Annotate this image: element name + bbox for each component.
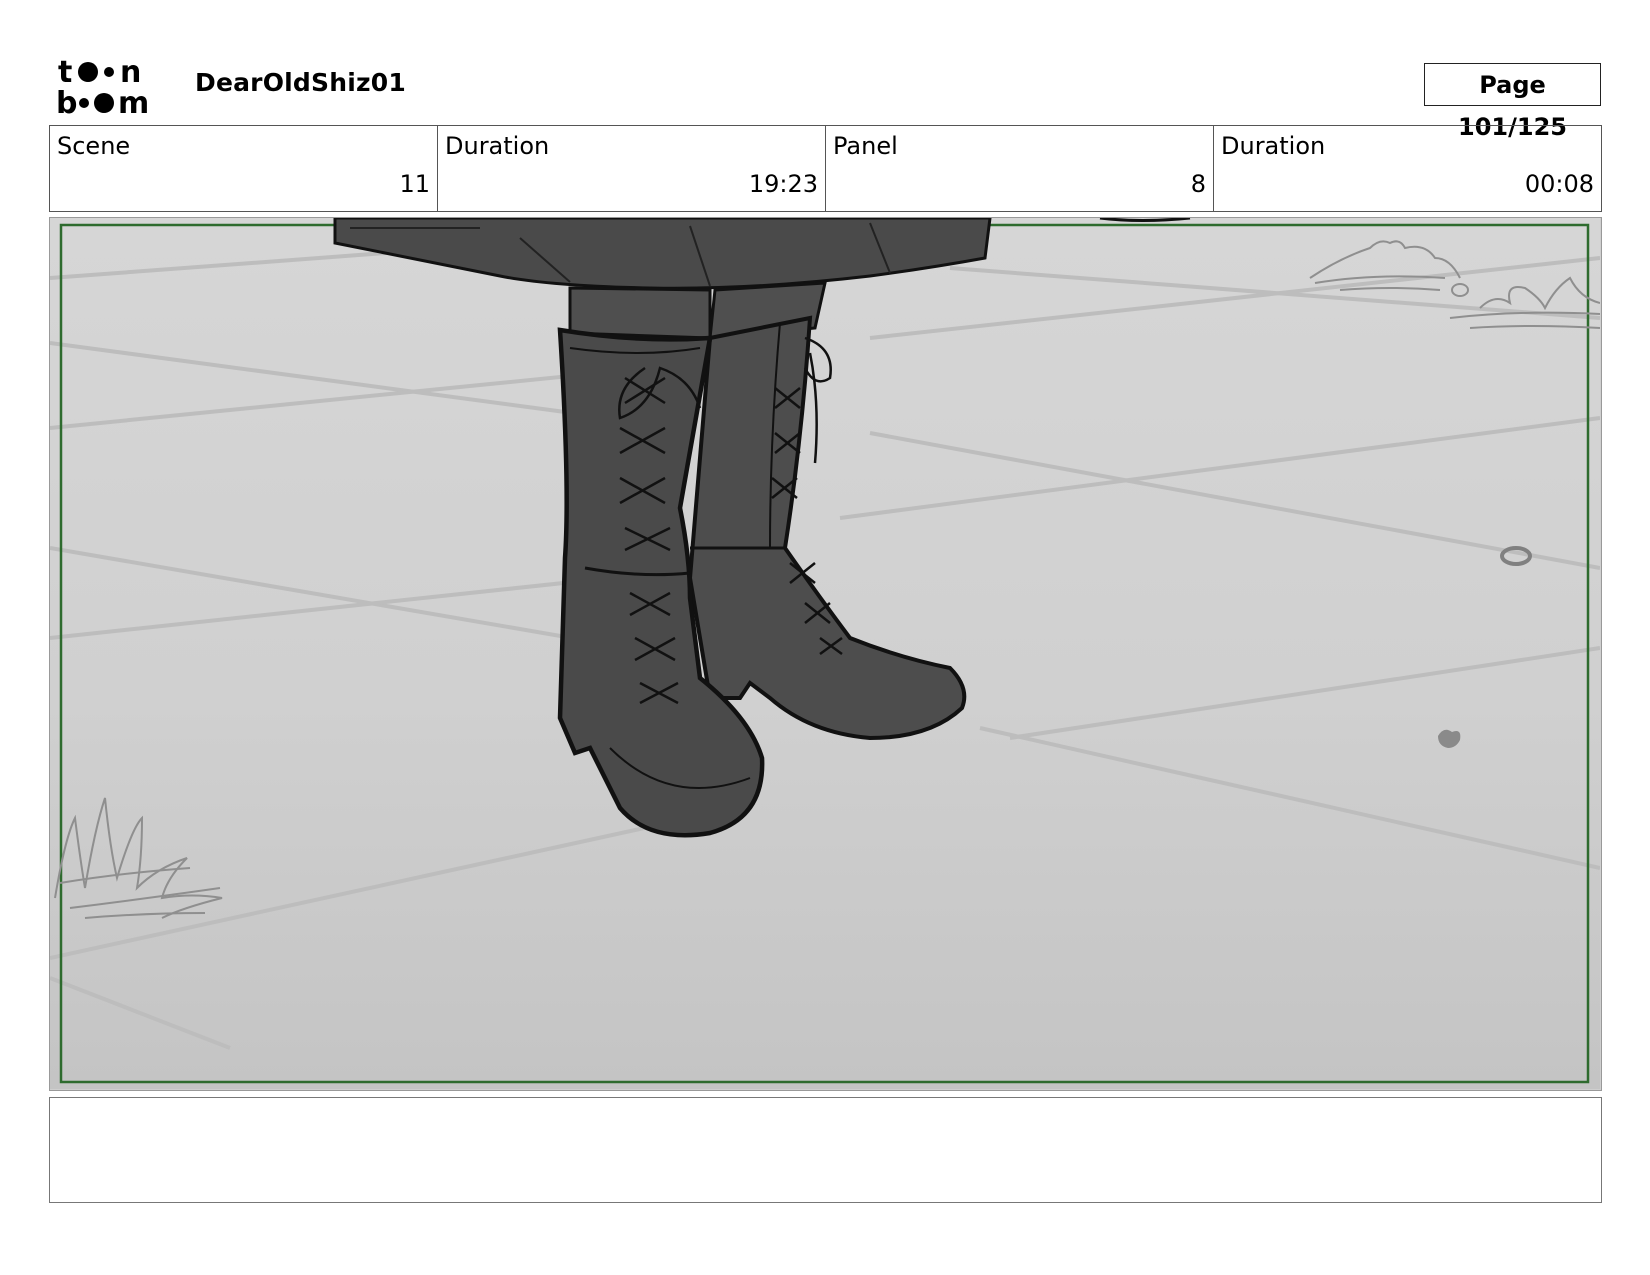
left-leg: [568, 286, 712, 340]
panel-sketch: [50, 218, 1600, 1089]
panel-info-table: Scene 11 Duration 19:23 Panel 8 Duration…: [49, 125, 1602, 212]
panel-notes-box: [49, 1097, 1602, 1203]
scene-duration-label: Duration: [445, 132, 550, 160]
panel-duration-value: 00:08: [1524, 170, 1594, 198]
svg-text:t: t: [58, 55, 72, 90]
scene-duration-value: 19:23: [748, 170, 818, 198]
scene-value: 11: [399, 170, 430, 198]
scene-duration-cell: Duration 19:23: [438, 126, 826, 211]
scene-cell: Scene 11: [50, 126, 438, 211]
panel-cell: Panel 8: [826, 126, 1214, 211]
panel-label: Panel: [833, 132, 898, 160]
svg-text:m: m: [118, 86, 149, 115]
page-indicator: Page 101/125: [1424, 63, 1601, 141]
svg-text:b: b: [56, 86, 77, 115]
scene-label: Scene: [57, 132, 131, 160]
panel-value: 8: [1190, 170, 1206, 198]
panel-duration-label: Duration: [1221, 132, 1326, 160]
toon-boom-logo: t n b m: [54, 55, 170, 121]
svg-text:n: n: [120, 55, 141, 90]
panel-duration-cell: Duration 00:08: [1214, 126, 1601, 211]
storyboard-panel: [49, 217, 1602, 1091]
project-title: DearOldShiz01: [195, 68, 406, 97]
